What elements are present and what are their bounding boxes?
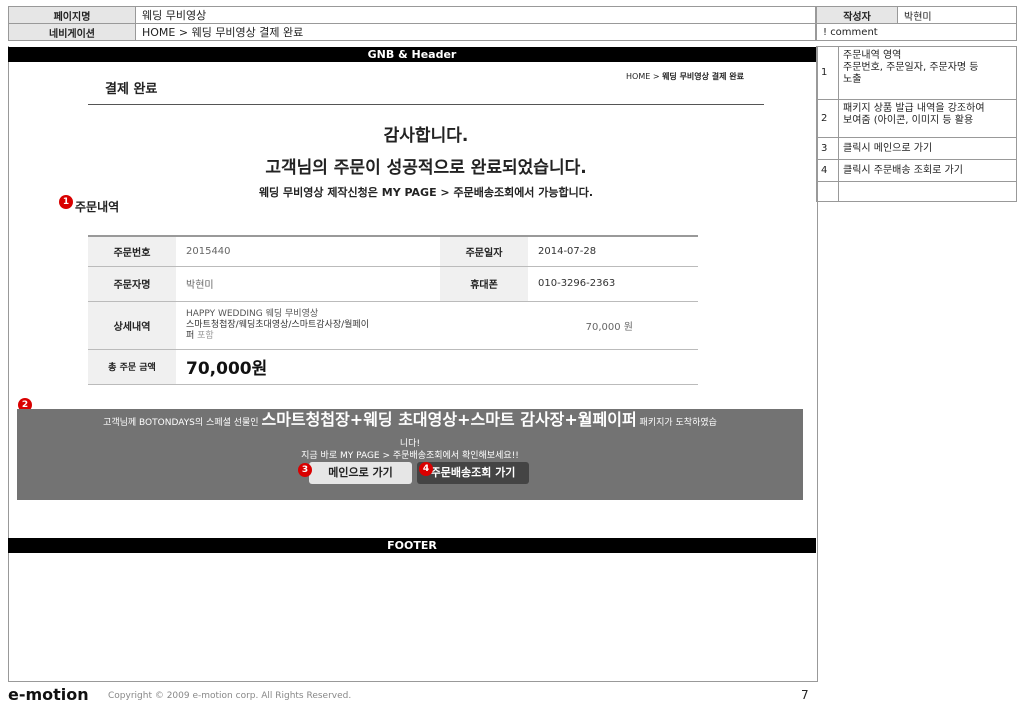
detail-value: HAPPY WEDDING 웨딩 무비영상 스마트청첩장/웨딩초대영상/스마트감… xyxy=(176,301,440,350)
nav-path-value: HOME > 웨딩 무비영상 결제 완료 xyxy=(135,23,816,41)
annotation-badge-3: 3 xyxy=(298,463,312,477)
comment-line: 주문번호, 주문일자, 주문자명 등 xyxy=(843,62,979,73)
order-no-value: 2015440 xyxy=(176,235,440,267)
author-label: 작성자 xyxy=(816,6,898,24)
promo-highlight: 스마트청첩장+웨딩 초대영상+스마트 감사장+월페이퍼 xyxy=(261,410,637,429)
order-delivery-button[interactable]: 주문배송조회 가기 xyxy=(417,462,529,484)
order-date-value: 2014-07-28 xyxy=(528,235,698,267)
gnb-header-bar: GNB & Header xyxy=(8,47,816,62)
emotion-logo: e-motion xyxy=(8,685,89,704)
promo-prefix: 고객님께 BOTONDAYS의 스페셜 선물인 xyxy=(103,418,259,428)
storyboard-meta-table: 페이지명 웨딩 무비영상 네비게이션 HOME > 웨딩 무비영상 결제 완료 xyxy=(8,6,816,41)
comment-line: 클릭시 주문배송 조회로 가기 xyxy=(843,164,963,176)
footer-bar: FOOTER xyxy=(8,538,816,553)
annotation-badge-4: 4 xyxy=(419,462,433,476)
thanks-heading: 감사합니다. xyxy=(383,126,469,146)
detail-price: 70,000 원 xyxy=(440,301,698,350)
page-number: 7 xyxy=(801,688,809,702)
table-row: 주문번호 2015440 주문일자 2014-07-28 xyxy=(88,235,698,267)
copyright: Copyright © 2009 e-motion corp. All Righ… xyxy=(108,691,352,701)
title-divider xyxy=(88,104,764,105)
orderer-label: 주문자명 xyxy=(88,266,176,302)
order-no-label: 주문번호 xyxy=(88,235,176,267)
promo-text: 고객님께 BOTONDAYS의 스페셜 선물인 스마트청첩장+웨딩 초대영상+스… xyxy=(17,410,803,430)
comment-line: 보여줌 (아이콘, 이미지 등 활용 xyxy=(843,115,974,126)
comment-row: 2 패키지 상품 발급 내역을 강조하여 보여줌 (아이콘, 이미지 등 활용 xyxy=(816,99,1017,138)
comment-line: 패키지 상품 발급 내역을 강조하여 xyxy=(843,103,985,114)
detail-line-1: HAPPY WEDDING 웨딩 무비영상 xyxy=(186,308,319,319)
order-table: 주문번호 2015440 주문일자 2014-07-28 주문자명 박현미 휴대… xyxy=(88,235,698,385)
nav-label: 네비게이션 xyxy=(8,23,136,41)
comment-row: 4 클릭시 주문배송 조회로 가기 xyxy=(816,159,1017,182)
table-row: 상세내역 HAPPY WEDDING 웨딩 무비영상 스마트청첩장/웨딩초대영상… xyxy=(88,301,698,350)
comment-text: 주문내역 영역 주문번호, 주문일자, 주문자명 등 노출 xyxy=(838,46,1017,100)
comment-header: ! comment xyxy=(816,23,1017,41)
comment-text: 패키지 상품 발급 내역을 강조하여 보여줌 (아이콘, 이미지 등 활용 xyxy=(838,99,1017,138)
phone-label: 휴대폰 xyxy=(440,266,528,302)
comment-table: 1 주문내역 영역 주문번호, 주문일자, 주문자명 등 노출 2 패키지 상품 발급 내… xyxy=(816,46,1017,202)
page-name-label: 페이지명 xyxy=(8,6,136,24)
breadcrumb: HOME > 웨딩 무비영상 결제 완료 xyxy=(626,71,744,82)
order-date-label: 주문일자 xyxy=(440,235,528,267)
info-message: 웨딩 무비영상 제작신청은 MY PAGE > 주문배송조회에서 가능합니다. xyxy=(258,186,594,199)
comment-line: 주문내역 영역 xyxy=(843,50,902,61)
author-value: 박현미 xyxy=(897,6,1017,24)
promo-line-2: 지금 바로 MY PAGE > 주문배송조회에서 확인해보세요!! xyxy=(301,451,519,461)
comment-row: 3 클릭시 메인으로 가기 xyxy=(816,137,1017,160)
comment-line: 클릭시 메인으로 가기 xyxy=(843,142,933,154)
breadcrumb-current: 웨딩 무비영상 결제 완료 xyxy=(662,72,745,81)
promo-suffix: 패키지가 도착하였습 xyxy=(639,418,717,428)
comment-number: 1 xyxy=(816,46,839,100)
total-label: 총 주문 금액 xyxy=(88,349,176,385)
annotation-badge-1: 1 xyxy=(59,195,73,209)
storyboard-author-table: 작성자 박현미 ! comment xyxy=(816,6,1017,41)
comment-text: 클릭시 메인으로 가기 xyxy=(838,137,1017,160)
comment-number: 4 xyxy=(816,159,839,182)
table-row: 총 주문 금액 70,000원 xyxy=(88,349,698,385)
table-row: 주문자명 박현미 휴대폰 010-3296-2363 xyxy=(88,266,698,302)
page-name-value: 웨딩 무비영상 xyxy=(135,6,816,24)
breadcrumb-home[interactable]: HOME > xyxy=(626,72,660,81)
order-section-title: 주문내역 xyxy=(75,200,120,214)
comment-row: 1 주문내역 영역 주문번호, 주문일자, 주문자명 등 노출 xyxy=(816,46,1017,100)
comment-line: 노출 xyxy=(843,74,862,85)
main-button[interactable]: 메인으로 가기 xyxy=(309,462,412,484)
detail-line-2: 스마트청첩장/웨딩초대영상/스마트감사장/월페이 xyxy=(186,319,369,330)
page-title: 결제 완료 xyxy=(105,82,158,97)
detail-line-3: 퍼 xyxy=(186,330,195,341)
comment-number: 2 xyxy=(816,99,839,138)
comment-text: 클릭시 주문배송 조회로 가기 xyxy=(838,159,1017,182)
total-value: 70,000원 xyxy=(176,349,698,385)
comment-row-empty xyxy=(816,181,1017,202)
orderer-value: 박현미 xyxy=(176,266,440,302)
detail-label: 상세내역 xyxy=(88,301,176,350)
order-complete-message: 고객님의 주문이 성공적으로 완료되었습니다. xyxy=(265,158,587,178)
phone-value: 010-3296-2363 xyxy=(528,266,698,302)
detail-include: 포함 xyxy=(197,330,214,341)
comment-number: 3 xyxy=(816,137,839,160)
